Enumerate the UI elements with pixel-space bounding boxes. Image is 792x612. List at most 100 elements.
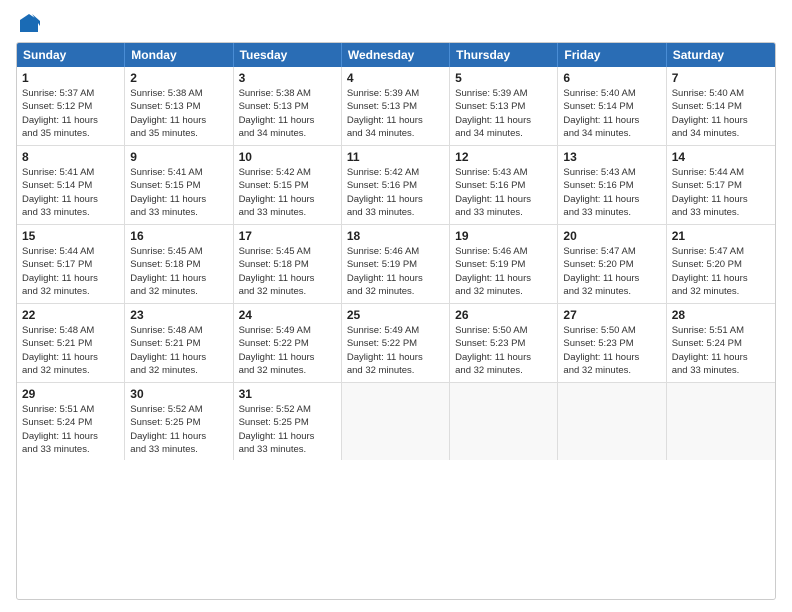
calendar-day-17: 17 Sunrise: 5:45 AMSunset: 5:18 PMDayligh… <box>234 225 342 303</box>
calendar-header-sunday: Sunday <box>17 43 125 67</box>
calendar-day-30: 30Sunrise: 5:52 AMSunset: 5:25 PMDayligh… <box>125 383 233 460</box>
day-info: Sunrise: 5:48 AMSunset: 5:21 PMDaylight:… <box>130 324 227 377</box>
calendar-body: 1 Sunrise: 5:37 AMSunset: 5:12 PMDaylight… <box>17 67 775 460</box>
calendar-day-9: 9 Sunrise: 5:41 AMSunset: 5:15 PMDaylight… <box>125 146 233 224</box>
calendar-day-2: 2Sunrise: 5:38 AMSunset: 5:13 PMDaylight… <box>125 67 233 145</box>
day-number: 23 <box>130 308 227 322</box>
day-info: Sunrise: 5:44 AMSunset: 5:17 PMDaylight:… <box>672 166 770 219</box>
calendar-day-31: 31 Sunrise: 5:52 AMSunset: 5:25 PMDayligh… <box>234 383 342 460</box>
day-number: 14 <box>672 150 770 164</box>
day-number: 17 <box>239 229 336 243</box>
calendar-week-1: 1 Sunrise: 5:37 AMSunset: 5:12 PMDaylight… <box>17 67 775 146</box>
day-number: 15 <box>22 229 119 243</box>
day-info: Sunrise: 5:45 AMSunset: 5:18 PMDaylight:… <box>239 245 336 298</box>
calendar-day-7: 7 Sunrise: 5:40 AMSunset: 5:14 PMDaylight… <box>667 67 775 145</box>
calendar-day-4: 4 Sunrise: 5:39 AMSunset: 5:13 PMDaylight… <box>342 67 450 145</box>
day-info: Sunrise: 5:48 AMSunset: 5:21 PMDaylight:… <box>22 324 119 377</box>
day-number: 27 <box>563 308 660 322</box>
calendar-day-19: 19Sunrise: 5:46 AMSunset: 5:19 PMDayligh… <box>450 225 558 303</box>
calendar-day-6: 6 Sunrise: 5:40 AMSunset: 5:14 PMDaylight… <box>558 67 666 145</box>
day-info: Sunrise: 5:41 AMSunset: 5:14 PMDaylight:… <box>22 166 119 219</box>
day-info: Sunrise: 5:41 AMSunset: 5:15 PMDaylight:… <box>130 166 227 219</box>
page: SundayMondayTuesdayWednesdayThursdayFrid… <box>0 0 792 612</box>
day-info: Sunrise: 5:45 AMSunset: 5:18 PMDaylight:… <box>130 245 227 298</box>
calendar-day-15: 15 Sunrise: 5:44 AMSunset: 5:17 PMDayligh… <box>17 225 125 303</box>
day-info: Sunrise: 5:51 AMSunset: 5:24 PMDaylight:… <box>22 403 119 456</box>
calendar-day-13: 13 Sunrise: 5:43 AMSunset: 5:16 PMDayligh… <box>558 146 666 224</box>
day-info: Sunrise: 5:40 AMSunset: 5:14 PMDaylight:… <box>672 87 770 140</box>
day-info: Sunrise: 5:38 AMSunset: 5:13 PMDaylight:… <box>239 87 336 140</box>
calendar-day-8: 8 Sunrise: 5:41 AMSunset: 5:14 PMDaylight… <box>17 146 125 224</box>
day-number: 7 <box>672 71 770 85</box>
calendar-day-14: 14 Sunrise: 5:44 AMSunset: 5:17 PMDayligh… <box>667 146 775 224</box>
day-number: 26 <box>455 308 552 322</box>
day-number: 18 <box>347 229 444 243</box>
calendar-day-10: 10 Sunrise: 5:42 AMSunset: 5:15 PMDayligh… <box>234 146 342 224</box>
day-info: Sunrise: 5:43 AMSunset: 5:16 PMDaylight:… <box>563 166 660 219</box>
calendar-day-22: 22 Sunrise: 5:48 AMSunset: 5:21 PMDayligh… <box>17 304 125 382</box>
calendar-day-21: 21 Sunrise: 5:47 AMSunset: 5:20 PMDayligh… <box>667 225 775 303</box>
calendar-header-thursday: Thursday <box>450 43 558 67</box>
day-info: Sunrise: 5:43 AMSunset: 5:16 PMDaylight:… <box>455 166 552 219</box>
day-number: 31 <box>239 387 336 401</box>
calendar-header-wednesday: Wednesday <box>342 43 450 67</box>
calendar-day-16: 16 Sunrise: 5:45 AMSunset: 5:18 PMDayligh… <box>125 225 233 303</box>
day-info: Sunrise: 5:49 AMSunset: 5:22 PMDaylight:… <box>347 324 444 377</box>
calendar-header-monday: Monday <box>125 43 233 67</box>
day-number: 29 <box>22 387 119 401</box>
day-number: 24 <box>239 308 336 322</box>
day-number: 21 <box>672 229 770 243</box>
day-info: Sunrise: 5:42 AMSunset: 5:15 PMDaylight:… <box>239 166 336 219</box>
calendar-day-20: 20 Sunrise: 5:47 AMSunset: 5:20 PMDayligh… <box>558 225 666 303</box>
day-number: 28 <box>672 308 770 322</box>
calendar-day-28: 28 Sunrise: 5:51 AMSunset: 5:24 PMDayligh… <box>667 304 775 382</box>
day-number: 16 <box>130 229 227 243</box>
day-number: 10 <box>239 150 336 164</box>
day-info: Sunrise: 5:42 AMSunset: 5:16 PMDaylight:… <box>347 166 444 219</box>
calendar-week-2: 8 Sunrise: 5:41 AMSunset: 5:14 PMDaylight… <box>17 146 775 225</box>
day-info: Sunrise: 5:47 AMSunset: 5:20 PMDaylight:… <box>672 245 770 298</box>
calendar-empty-cell <box>450 383 558 460</box>
calendar-header-tuesday: Tuesday <box>234 43 342 67</box>
day-info: Sunrise: 5:37 AMSunset: 5:12 PMDaylight:… <box>22 87 119 140</box>
calendar-day-5: 5 Sunrise: 5:39 AMSunset: 5:13 PMDaylight… <box>450 67 558 145</box>
day-info: Sunrise: 5:39 AMSunset: 5:13 PMDaylight:… <box>455 87 552 140</box>
day-info: Sunrise: 5:46 AMSunset: 5:19 PMDaylight:… <box>455 245 552 298</box>
day-info: Sunrise: 5:44 AMSunset: 5:17 PMDaylight:… <box>22 245 119 298</box>
calendar-week-4: 22 Sunrise: 5:48 AMSunset: 5:21 PMDayligh… <box>17 304 775 383</box>
day-number: 11 <box>347 150 444 164</box>
calendar-empty-cell <box>667 383 775 460</box>
calendar-header-friday: Friday <box>558 43 666 67</box>
day-number: 20 <box>563 229 660 243</box>
calendar-empty-cell <box>558 383 666 460</box>
calendar-day-26: 26Sunrise: 5:50 AMSunset: 5:23 PMDayligh… <box>450 304 558 382</box>
calendar-header: SundayMondayTuesdayWednesdayThursdayFrid… <box>17 43 775 67</box>
calendar-header-saturday: Saturday <box>667 43 775 67</box>
day-number: 30 <box>130 387 227 401</box>
calendar-day-29: 29 Sunrise: 5:51 AMSunset: 5:24 PMDayligh… <box>17 383 125 460</box>
calendar-day-11: 11 Sunrise: 5:42 AMSunset: 5:16 PMDayligh… <box>342 146 450 224</box>
day-number: 13 <box>563 150 660 164</box>
day-number: 22 <box>22 308 119 322</box>
day-number: 6 <box>563 71 660 85</box>
day-info: Sunrise: 5:46 AMSunset: 5:19 PMDaylight:… <box>347 245 444 298</box>
day-info: Sunrise: 5:38 AMSunset: 5:13 PMDaylight:… <box>130 87 227 140</box>
day-number: 12 <box>455 150 552 164</box>
header <box>16 12 776 34</box>
calendar-day-24: 24Sunrise: 5:49 AMSunset: 5:22 PMDayligh… <box>234 304 342 382</box>
day-number: 5 <box>455 71 552 85</box>
day-number: 8 <box>22 150 119 164</box>
day-info: Sunrise: 5:47 AMSunset: 5:20 PMDaylight:… <box>563 245 660 298</box>
day-number: 4 <box>347 71 444 85</box>
day-info: Sunrise: 5:52 AMSunset: 5:25 PMDaylight:… <box>239 403 336 456</box>
day-number: 1 <box>22 71 119 85</box>
day-info: Sunrise: 5:50 AMSunset: 5:23 PMDaylight:… <box>563 324 660 377</box>
calendar-week-5: 29 Sunrise: 5:51 AMSunset: 5:24 PMDayligh… <box>17 383 775 460</box>
day-number: 3 <box>239 71 336 85</box>
day-info: Sunrise: 5:51 AMSunset: 5:24 PMDaylight:… <box>672 324 770 377</box>
day-number: 9 <box>130 150 227 164</box>
calendar-day-27: 27 Sunrise: 5:50 AMSunset: 5:23 PMDayligh… <box>558 304 666 382</box>
day-info: Sunrise: 5:40 AMSunset: 5:14 PMDaylight:… <box>563 87 660 140</box>
logo-icon <box>18 12 40 34</box>
day-info: Sunrise: 5:39 AMSunset: 5:13 PMDaylight:… <box>347 87 444 140</box>
